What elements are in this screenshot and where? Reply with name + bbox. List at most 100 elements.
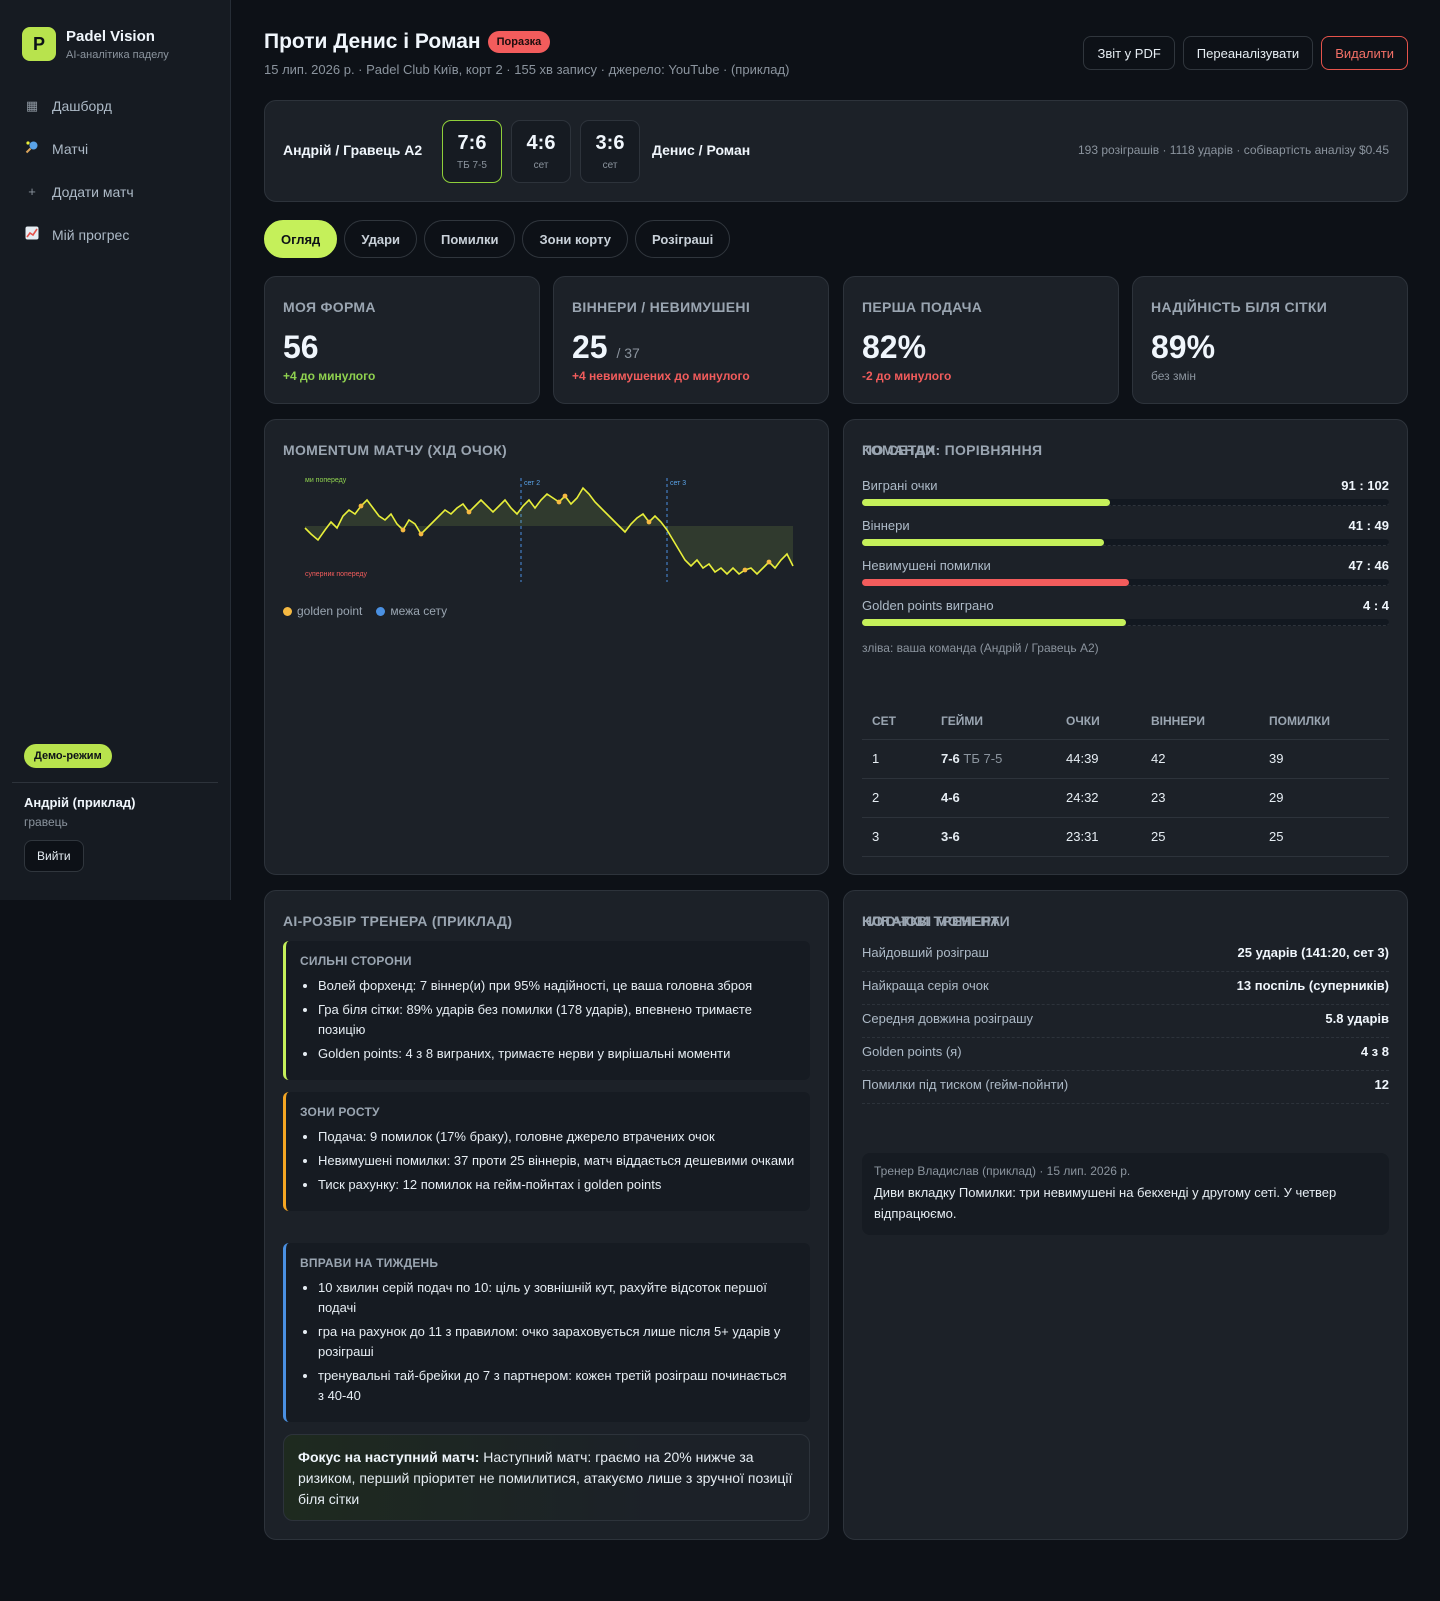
golden-point-dot <box>358 503 364 509</box>
list-item: Golden points: 4 з 8 виграних, тримаєте … <box>318 1044 796 1064</box>
golden-point-dot <box>562 493 568 499</box>
chart-icon <box>24 226 40 243</box>
momentum-area <box>305 488 793 574</box>
nav-item-label: Матчі <box>52 140 89 157</box>
key-moment-row: Помилки під тиском (гейм-пойнти) 12 <box>862 1071 1389 1104</box>
set-caption: сет <box>602 160 618 171</box>
page-title: Проти Денис і Роман <box>264 30 481 53</box>
golden-point-dot <box>400 527 406 533</box>
value-left: 91 <box>1341 478 1356 493</box>
stat-number: 56 <box>283 329 319 365</box>
compare-bar-fill <box>862 499 1111 506</box>
legend-golden: golden point <box>283 604 362 618</box>
stat-card-first-serve: ПЕРША ПОДАЧА 82% -2 до минулого <box>843 276 1119 404</box>
compare-value: 41 : 49 <box>1348 518 1390 533</box>
reanalyze-button[interactable]: Переаналізувати <box>1182 36 1314 70</box>
logout-button[interactable]: Вийти <box>24 840 84 872</box>
team-left: Андрій / Гравець A2 <box>283 142 423 158</box>
stat-delta: +4 невимушених до минулого <box>572 369 750 383</box>
compare-bar-track <box>862 619 1389 626</box>
set-score: 7:6 <box>457 132 487 154</box>
moment-value: 5.8 ударів <box>1325 1011 1389 1026</box>
value-left: 47 <box>1348 558 1363 573</box>
compare-value: 91 : 102 <box>1341 478 1389 493</box>
key-moment-row: Golden points (я) 4 з 8 <box>862 1038 1389 1071</box>
column-header: СЕТ <box>862 703 931 740</box>
demo-mode-badge: Демо-режим <box>24 744 112 768</box>
moment-value: 12 <box>1374 1077 1389 1092</box>
cell-points: 23:31 <box>1056 817 1141 857</box>
tiebreak-value: ТБ 7-5 <box>963 751 1003 766</box>
nav-item-add-match[interactable]: + Додати матч <box>0 170 230 213</box>
list-item: тренувальні тай-брейки до 7 з партнером:… <box>318 1366 796 1406</box>
cell-errors: 29 <box>1259 778 1389 818</box>
moment-value: 13 поспіль (суперників) <box>1236 978 1389 993</box>
set-caption: ТБ 7-5 <box>457 160 487 171</box>
cell-winners: 25 <box>1141 817 1259 857</box>
column-header: ГЕЙМИ <box>931 703 1056 740</box>
pdf-report-button[interactable]: Звіт у PDF <box>1083 36 1175 70</box>
set-3-score: 3:6 сет <box>580 120 640 183</box>
block-title: СИЛЬНІ СТОРОНИ <box>300 954 412 968</box>
compare-bar-track <box>862 499 1389 506</box>
stat-label: НАДІЙНІСТЬ БІЛЯ СІТКИ <box>1151 299 1328 315</box>
racket-icon <box>24 140 40 157</box>
tab-shots[interactable]: Удари <box>344 220 417 258</box>
compare-label: Виграні очки <box>862 478 938 493</box>
nav-item-matches[interactable]: Матчі <box>0 127 230 170</box>
ai-review-card: AI-РОЗБІР ТРЕНЕРА (ПРИКЛАД) СИЛЬНІ СТОРО… <box>264 890 829 1540</box>
stat-value: 56 <box>283 329 319 366</box>
tab-overview[interactable]: Огляд <box>264 220 338 258</box>
compare-label: Віннери <box>862 518 910 533</box>
tab-court-zones[interactable]: Зони корту <box>522 220 628 258</box>
cell-errors: 25 <box>1259 817 1389 857</box>
golden-point-dot <box>418 531 424 537</box>
strengths-block: СИЛЬНІ СТОРОНИ Волей форхенд: 7 віннер(и… <box>283 941 810 1080</box>
analysis-meta: 193 розіграшів · 1118 ударів · собіварті… <box>1078 143 1389 157</box>
cell-games: 3-6 <box>931 817 1056 857</box>
stat-delta: +4 до минулого <box>283 369 376 383</box>
legend-set-boundary: межа сету <box>376 604 447 618</box>
stat-suffix: / 37 <box>616 345 640 361</box>
stat-value: 89% <box>1151 329 1215 366</box>
sidebar-nav: ▦ Дашборд Матчі + Додати матч Мій прогре… <box>0 84 230 256</box>
cell-errors: 39 <box>1259 739 1389 779</box>
set-2-score: 4:6 сет <box>511 120 571 183</box>
ai-review-title: AI-РОЗБІР ТРЕНЕРА (ПРИКЛАД) <box>283 913 513 929</box>
delete-button[interactable]: Видалити <box>1321 36 1408 70</box>
moment-label: Найкраща серія очок <box>862 978 989 993</box>
block-title: ВПРАВИ НА ТИЖДЕНЬ <box>300 1256 439 1270</box>
compare-label: Golden points виграно <box>862 598 994 613</box>
tab-errors[interactable]: Помилки <box>424 220 516 258</box>
stat-label: ВІННЕРИ / НЕВИМУШЕНІ <box>572 299 751 315</box>
set-marker-label: сет 3 <box>670 480 686 487</box>
nav-item-dashboard[interactable]: ▦ Дашборд <box>0 84 230 127</box>
brand-subtitle: AI-аналітика паделу <box>66 48 169 61</box>
compare-bar-track <box>862 579 1389 586</box>
value-right: 49 <box>1374 518 1389 533</box>
tab-rallies[interactable]: Розіграші <box>635 220 731 258</box>
brand[interactable]: P Padel Vision AI-аналітика паделу <box>0 0 230 61</box>
nav-item-label: Мій прогрес <box>52 226 130 243</box>
cell-set: 2 <box>862 778 931 818</box>
boundary-dot-icon <box>376 607 386 616</box>
compare-row: Виграні очки 91 : 102 <box>862 478 1389 518</box>
compare-bar-track <box>862 539 1389 546</box>
team-right: Денис / Роман <box>652 142 751 158</box>
divider <box>12 782 218 783</box>
label-ahead: ми попереду <box>305 477 347 484</box>
dashboard-icon: ▦ <box>25 97 39 113</box>
moment-label: Golden points (я) <box>862 1044 962 1059</box>
moment-label: Помилки під тиском (гейм-пойнти) <box>862 1077 1069 1092</box>
golden-point-dot <box>742 567 748 573</box>
value-left: 4 <box>1362 598 1371 613</box>
moment-label: Середня довжина розіграшу <box>862 1011 1034 1026</box>
momentum-card: MOMENTUM МАТЧУ (ХІД ОЧОК) ми попереду су… <box>264 419 829 875</box>
cell-set: 3 <box>862 817 931 857</box>
compare-value: 4 : 4 <box>1362 598 1389 613</box>
column-header: ПОМИЛКИ <box>1259 703 1389 740</box>
nav-item-progress[interactable]: Мій прогрес <box>0 213 230 256</box>
note-text: Диви вкладку Помилки: три невимушені на … <box>874 1185 1337 1221</box>
compare-value: 47 : 46 <box>1348 558 1390 573</box>
teams-compare-card: КОМАНДИ: ПОРІВНЯННЯ Виграні очки 91 : 10… <box>843 419 1408 875</box>
